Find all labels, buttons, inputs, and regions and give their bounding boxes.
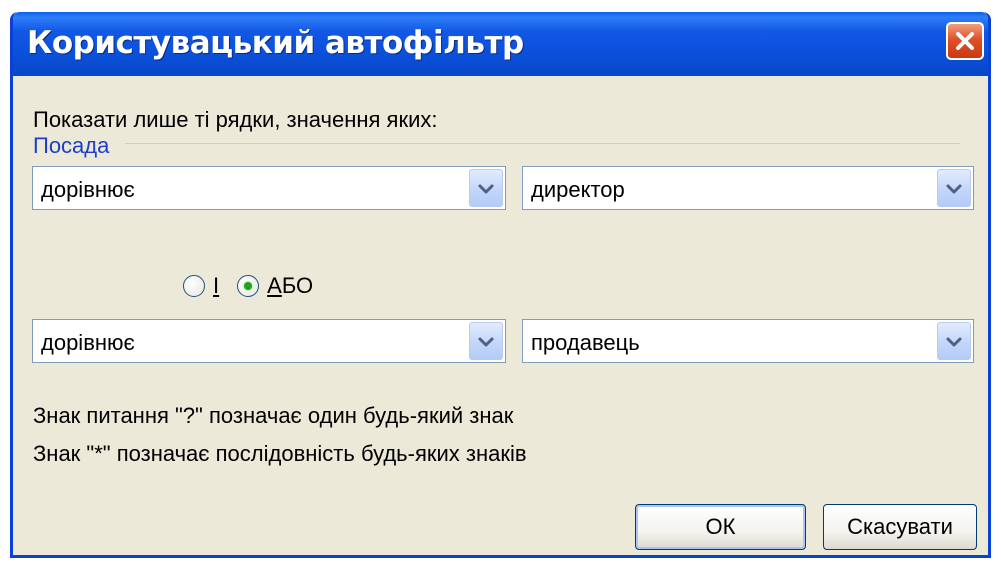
cancel-button[interactable]: Скасувати <box>823 504 977 550</box>
radio-or[interactable]: АБО <box>237 273 313 299</box>
radio-selected-dot <box>244 282 253 290</box>
value-select-2-value: продавець <box>531 330 640 355</box>
custom-autofilter-dialog: Користувацький автофільтр Показати лише … <box>10 12 991 558</box>
title-bar[interactable]: Користувацький автофільтр <box>13 12 988 76</box>
ok-button[interactable]: ОК <box>635 504 806 550</box>
hint-asterisk: Знак "*" позначає послідовність будь-яки… <box>33 441 527 466</box>
chevron-down-icon <box>477 328 495 354</box>
chevron-down-icon <box>945 328 963 354</box>
operator-select-1[interactable]: дорівнює <box>32 166 506 210</box>
value-select-2[interactable]: продавець <box>522 319 974 363</box>
chevron-down-icon <box>477 175 495 201</box>
radio-and-circle[interactable] <box>183 275 205 297</box>
operator-select-2-value: дорівнює <box>41 330 135 355</box>
value-select-1[interactable]: директор <box>522 166 974 210</box>
field-group-label: Посада <box>33 133 110 158</box>
operator-select-2-dropdown-button[interactable] <box>469 322 503 360</box>
operator-select-1-dropdown-button[interactable] <box>469 169 503 207</box>
chevron-down-icon <box>945 175 963 201</box>
group-divider <box>125 143 960 144</box>
instruction-text: Показати лише ті рядки, значення яких: <box>33 107 438 132</box>
value-select-1-dropdown-button[interactable] <box>937 169 971 207</box>
dialog-body: Показати лише ті рядки, значення яких: П… <box>13 76 988 555</box>
operator-select-1-value: дорівнює <box>41 177 135 202</box>
value-select-2-dropdown-button[interactable] <box>937 322 971 360</box>
radio-or-circle[interactable] <box>237 275 260 297</box>
logic-radio-group: І АБО <box>183 270 331 302</box>
window-title: Користувацький автофільтр <box>27 25 524 61</box>
value-select-1-value: директор <box>531 177 625 202</box>
radio-or-label[interactable]: АБО <box>267 273 313 299</box>
close-button[interactable] <box>946 22 984 60</box>
radio-and-label[interactable]: І <box>213 273 219 299</box>
radio-and[interactable]: І <box>183 273 219 299</box>
operator-select-2[interactable]: дорівнює <box>32 319 506 363</box>
close-icon <box>954 30 976 52</box>
hint-question-mark: Знак питання "?" позначає один будь-який… <box>33 403 514 428</box>
